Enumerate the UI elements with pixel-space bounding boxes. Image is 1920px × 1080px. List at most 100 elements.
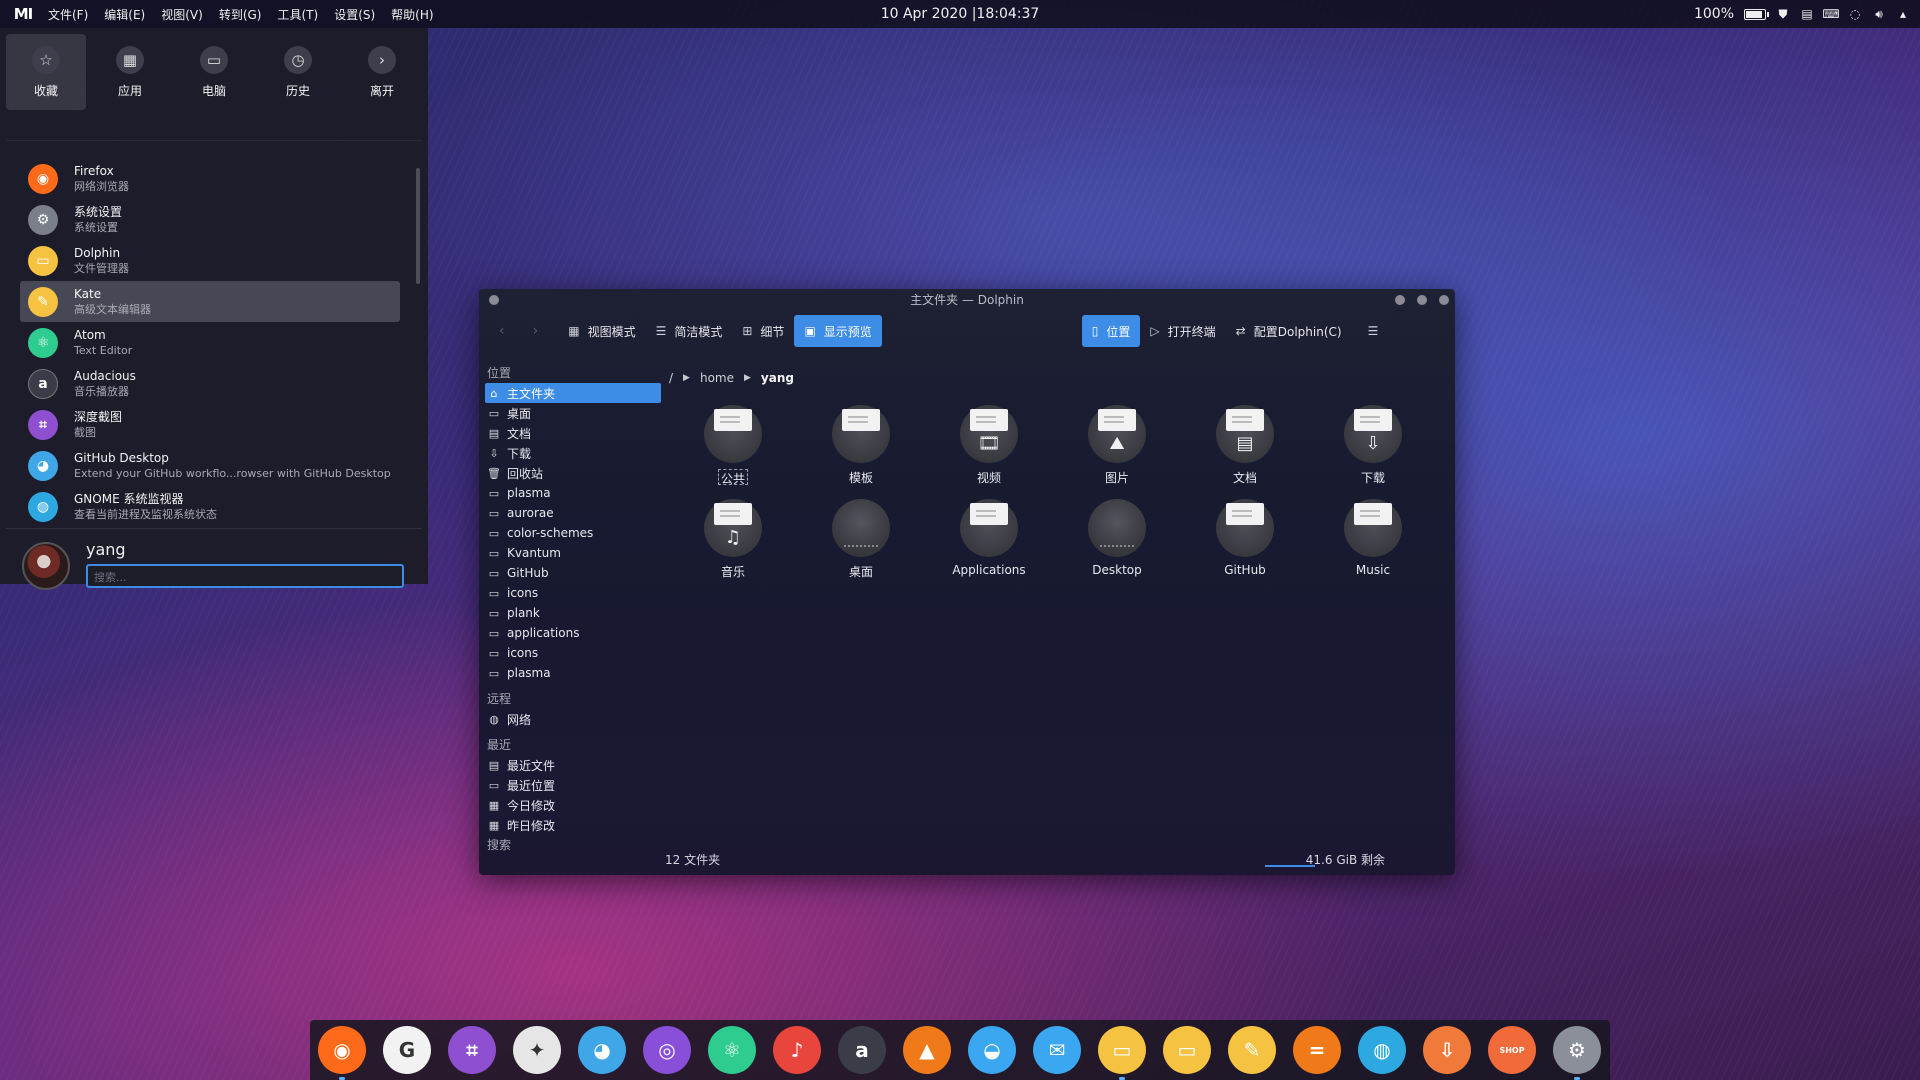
place-downloads[interactable]: ⇩ 下载 [485, 443, 661, 463]
window-menu-button[interactable] [489, 295, 499, 305]
system-monitor-icon[interactable]: ◍ [1358, 1026, 1406, 1074]
volume-icon[interactable]: 🔊︎ [1872, 7, 1886, 21]
place-kvantum[interactable]: ▭ Kvantum [485, 543, 661, 563]
folder-item[interactable]: ▤ 文档 [1181, 405, 1309, 485]
hamburger-menu-button[interactable]: ☰ [1358, 315, 1389, 347]
window-titlebar[interactable]: 主文件夹 — Dolphin [479, 289, 1455, 311]
folder-item[interactable]: ⛰ 图片 [1053, 405, 1181, 485]
breadcrumb-yang[interactable]: yang [761, 371, 794, 385]
folder-item[interactable]: 桌面 [797, 499, 925, 579]
place-network[interactable]: ◍ 网络 [485, 709, 661, 729]
place-documents[interactable]: ▤ 文档 [485, 423, 661, 443]
tab-computer[interactable]: ▭ 电脑 [174, 34, 254, 110]
mail-icon[interactable]: ✉ [1033, 1026, 1081, 1074]
open-terminal-button[interactable]: ▷ 打开终端 [1140, 315, 1225, 347]
place-modified-yesterday[interactable]: ▦ 昨日修改 [485, 815, 661, 835]
place-home[interactable]: ⌂ 主文件夹 [485, 383, 661, 403]
app-kate[interactable]: ✎ Kate 高级文本编辑器 [20, 281, 400, 322]
app-gnome-system-monitor[interactable]: ◍ GNOME 系统监视器 查看当前进程及监视系统状态 [20, 486, 400, 527]
scrollbar[interactable] [416, 168, 420, 284]
kate-icon[interactable]: ✎ [1228, 1026, 1276, 1074]
calculator-icon[interactable]: = [1293, 1026, 1341, 1074]
folder-item[interactable]: GitHub [1181, 499, 1309, 579]
search-input[interactable]: 搜索... [86, 564, 404, 588]
show-preview-button[interactable]: ▣ 显示预览 [794, 315, 882, 347]
details-button[interactable]: ⊞ 细节 [732, 315, 794, 347]
avatar[interactable] [22, 542, 70, 590]
mi-logo[interactable]: MI [12, 5, 34, 23]
view-mode-button[interactable]: ▦ 视图模式 [558, 315, 645, 347]
atom-icon[interactable]: ⚛ [708, 1026, 756, 1074]
breadcrumb-root[interactable]: / [669, 371, 673, 385]
audacious-icon[interactable]: a [838, 1026, 886, 1074]
expand-arrow-icon[interactable]: ▴ [1896, 7, 1910, 21]
place-recent-files[interactable]: ▤ 最近文件 [485, 755, 661, 775]
folder-item[interactable]: ⇩ 下载 [1309, 405, 1437, 485]
place-modified-today[interactable]: ▦ 今日修改 [485, 795, 661, 815]
place-icons[interactable]: ▭ icons [485, 583, 661, 603]
app-deepin-screenshot[interactable]: ⌗ 深度截图 截图 [20, 404, 400, 445]
place-aurorae[interactable]: ▭ aurorae [485, 503, 661, 523]
free-space[interactable]: 41.6 GiB 剩余 [1306, 851, 1385, 868]
menu-file[interactable]: 文件(F) [48, 6, 88, 23]
clipboard-icon[interactable]: ▤ [1800, 7, 1814, 21]
netease-music-icon[interactable]: ♪ [773, 1026, 821, 1074]
compact-mode-button[interactable]: ☰ 简洁模式 [646, 315, 733, 347]
menu-go[interactable]: 转到(G) [219, 6, 262, 23]
menu-help[interactable]: 帮助(H) [391, 6, 433, 23]
tab-favorites[interactable]: ☆ 收藏 [6, 34, 86, 110]
folder-item[interactable]: 公共 [669, 405, 797, 486]
maximize-button[interactable] [1417, 295, 1427, 305]
network-icon[interactable]: ◌ [1848, 7, 1862, 21]
folder-item[interactable]: Music [1309, 499, 1437, 579]
app-dolphin[interactable]: ▭ Dolphin 文件管理器 [20, 240, 400, 281]
place-recent-places[interactable]: ▭ 最近位置 [485, 775, 661, 795]
app-github-desktop[interactable]: ◕ GitHub Desktop Extend your GitHub workf… [20, 445, 400, 486]
folder-item[interactable]: Applications [925, 499, 1053, 579]
close-button[interactable] [1439, 295, 1449, 305]
minimize-button[interactable] [1395, 295, 1405, 305]
menu-view[interactable]: 视图(V) [161, 6, 203, 23]
app-firefox[interactable]: ◉ Firefox 网络浏览器 [20, 158, 400, 199]
breadcrumb-home[interactable]: home [700, 371, 734, 385]
tab-history[interactable]: ◷ 历史 [258, 34, 338, 110]
menu-tools[interactable]: 工具(T) [277, 6, 318, 23]
place-icons-2[interactable]: ▭ icons [485, 643, 661, 663]
menu-edit[interactable]: 编辑(E) [104, 6, 145, 23]
google-chrome-icon[interactable]: G [383, 1026, 431, 1074]
folder-icon[interactable]: ▭ [1163, 1026, 1211, 1074]
place-plasma-2[interactable]: ▭ plasma [485, 663, 661, 683]
place-trash[interactable]: 🗑︎ 回收站 [485, 463, 661, 483]
place-plank[interactable]: ▭ plank [485, 603, 661, 623]
screenshot-icon[interactable]: ⌗ [448, 1026, 496, 1074]
shop-icon[interactable]: SHOP [1488, 1026, 1536, 1074]
tab-applications[interactable]: ▦ 应用 [90, 34, 170, 110]
place-color-schemes[interactable]: ▭ color-schemes [485, 523, 661, 543]
tab-leave[interactable]: › 离开 [342, 34, 422, 110]
shield-icon[interactable]: ⛊ [1776, 7, 1790, 21]
folder-item[interactable]: Desktop [1053, 499, 1181, 579]
settings-icon[interactable]: ⚙ [1553, 1026, 1601, 1080]
app-system-settings[interactable]: ⚙ 系统设置 系统设置 [20, 199, 400, 240]
vlc-icon[interactable]: ▲ [903, 1026, 951, 1074]
place-applications[interactable]: ▭ applications [485, 623, 661, 643]
folder-item[interactable]: 模板 [797, 405, 925, 485]
folder-item[interactable]: 🎞 视频 [925, 405, 1053, 485]
inkscape-icon[interactable]: ✦ [513, 1026, 561, 1074]
back-icon[interactable]: ‹ [499, 323, 505, 339]
forward-icon[interactable]: › [533, 323, 539, 339]
places-panel-button[interactable]: ▯ 位置 [1081, 315, 1141, 347]
place-desktop[interactable]: ▭ 桌面 [485, 403, 661, 423]
place-github[interactable]: ▭ GitHub [485, 563, 661, 583]
files-icon[interactable]: ▭ [1098, 1026, 1146, 1080]
keyboard-icon[interactable]: ⌨ [1822, 7, 1839, 21]
firefox-icon[interactable]: ◉ [318, 1026, 366, 1080]
app-audacious[interactable]: a Audacious 音乐播放器 [20, 363, 400, 404]
downloader-icon[interactable]: ⇩ [1423, 1026, 1471, 1074]
camera-icon[interactable]: ◎ [643, 1026, 691, 1074]
place-plasma[interactable]: ▭ plasma [485, 483, 661, 503]
app-atom[interactable]: ⚛ Atom Text Editor [20, 322, 400, 363]
qq-icon[interactable]: ◒ [968, 1026, 1016, 1074]
menu-settings[interactable]: 设置(S) [334, 6, 375, 23]
folder-item[interactable]: ♫ 音乐 [669, 499, 797, 579]
